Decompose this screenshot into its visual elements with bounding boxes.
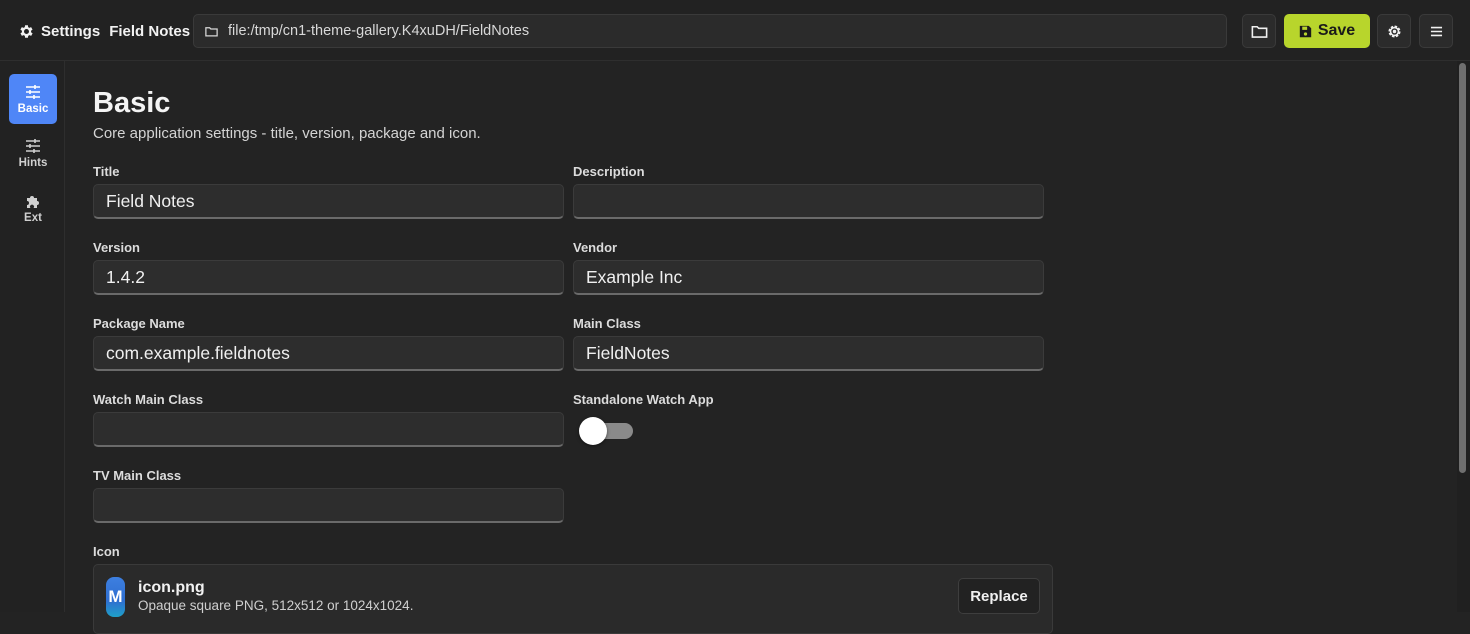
open-folder-button[interactable] — [1242, 14, 1276, 48]
gear-icon — [20, 24, 33, 38]
description-label: Description — [573, 164, 645, 179]
save-label: Save — [1317, 22, 1356, 39]
watch-main-class-input[interactable] — [93, 412, 564, 447]
toggle-knob — [579, 417, 607, 445]
sliders-icon — [26, 138, 40, 153]
gear-icon — [1387, 24, 1401, 38]
project-path-text: file:/tmp/cn1-theme-gallery.K4xuDH/Field… — [228, 23, 530, 39]
vendor-label: Vendor — [573, 240, 618, 255]
version-label: Version — [93, 240, 140, 255]
sidebar-item-label: Ext — [24, 211, 42, 224]
sidebar: Basic Hints Ext — [0, 61, 65, 612]
sidebar-item-label: Hints — [18, 156, 48, 169]
folder-icon — [1251, 25, 1267, 38]
icon-hint: Opaque square PNG, 512x512 or 1024x1024. — [138, 598, 414, 613]
scrollbar-thumb[interactable] — [1459, 63, 1466, 473]
page-title: Basic — [93, 87, 171, 119]
title-input[interactable]: Field Notes — [93, 184, 564, 219]
main-content: Basic Core application settings - title,… — [65, 61, 1457, 634]
save-button[interactable]: Save — [1284, 14, 1370, 48]
icon-card: M icon.png Opaque square PNG, 512x512 or… — [93, 564, 1053, 634]
menu-button[interactable] — [1419, 14, 1453, 48]
title-label: Title — [93, 164, 120, 179]
puzzle-icon — [27, 195, 39, 208]
vendor-input[interactable]: Example Inc — [573, 260, 1044, 295]
sidebar-item-label: Basic — [17, 102, 49, 115]
package-name-label: Package Name — [93, 316, 185, 331]
sidebar-item-hints[interactable]: Hints — [9, 128, 57, 178]
app-name: Field Notes — [109, 22, 191, 40]
description-input[interactable] — [573, 184, 1044, 219]
main-class-label: Main Class — [573, 316, 641, 331]
sliders-icon — [26, 84, 40, 99]
icon-file-name: icon.png — [138, 579, 205, 596]
brand: Settings Field Notes — [18, 20, 190, 42]
sidebar-item-basic[interactable]: Basic — [9, 74, 57, 124]
vertical-scrollbar[interactable] — [1457, 61, 1470, 612]
page-subtitle: Core application settings - title, versi… — [93, 125, 481, 142]
theme-settings-button[interactable] — [1377, 14, 1411, 48]
main-class-input[interactable]: FieldNotes — [573, 336, 1044, 371]
version-input[interactable]: 1.4.2 — [93, 260, 564, 295]
package-name-input[interactable]: com.example.fieldnotes — [93, 336, 564, 371]
app-icon-preview: M — [106, 577, 125, 617]
floppy-disk-icon — [1299, 25, 1311, 37]
standalone-watch-app-label: Standalone Watch App — [573, 392, 714, 407]
folder-icon — [205, 26, 218, 36]
tv-main-class-input[interactable] — [93, 488, 564, 523]
settings-title: Settings — [41, 22, 101, 40]
standalone-watch-app-toggle[interactable] — [579, 417, 633, 445]
watch-main-class-label: Watch Main Class — [93, 392, 204, 407]
icon-label: Icon — [93, 544, 120, 559]
hamburger-menu-icon — [1430, 26, 1442, 36]
sidebar-item-ext[interactable]: Ext — [9, 183, 57, 233]
tv-main-class-label: TV Main Class — [93, 468, 182, 483]
project-path-field[interactable]: file:/tmp/cn1-theme-gallery.K4xuDH/Field… — [193, 14, 1227, 48]
replace-icon-button[interactable]: Replace — [958, 578, 1040, 614]
top-bar: Settings Field Notes file:/tmp/cn1-theme… — [0, 0, 1470, 61]
